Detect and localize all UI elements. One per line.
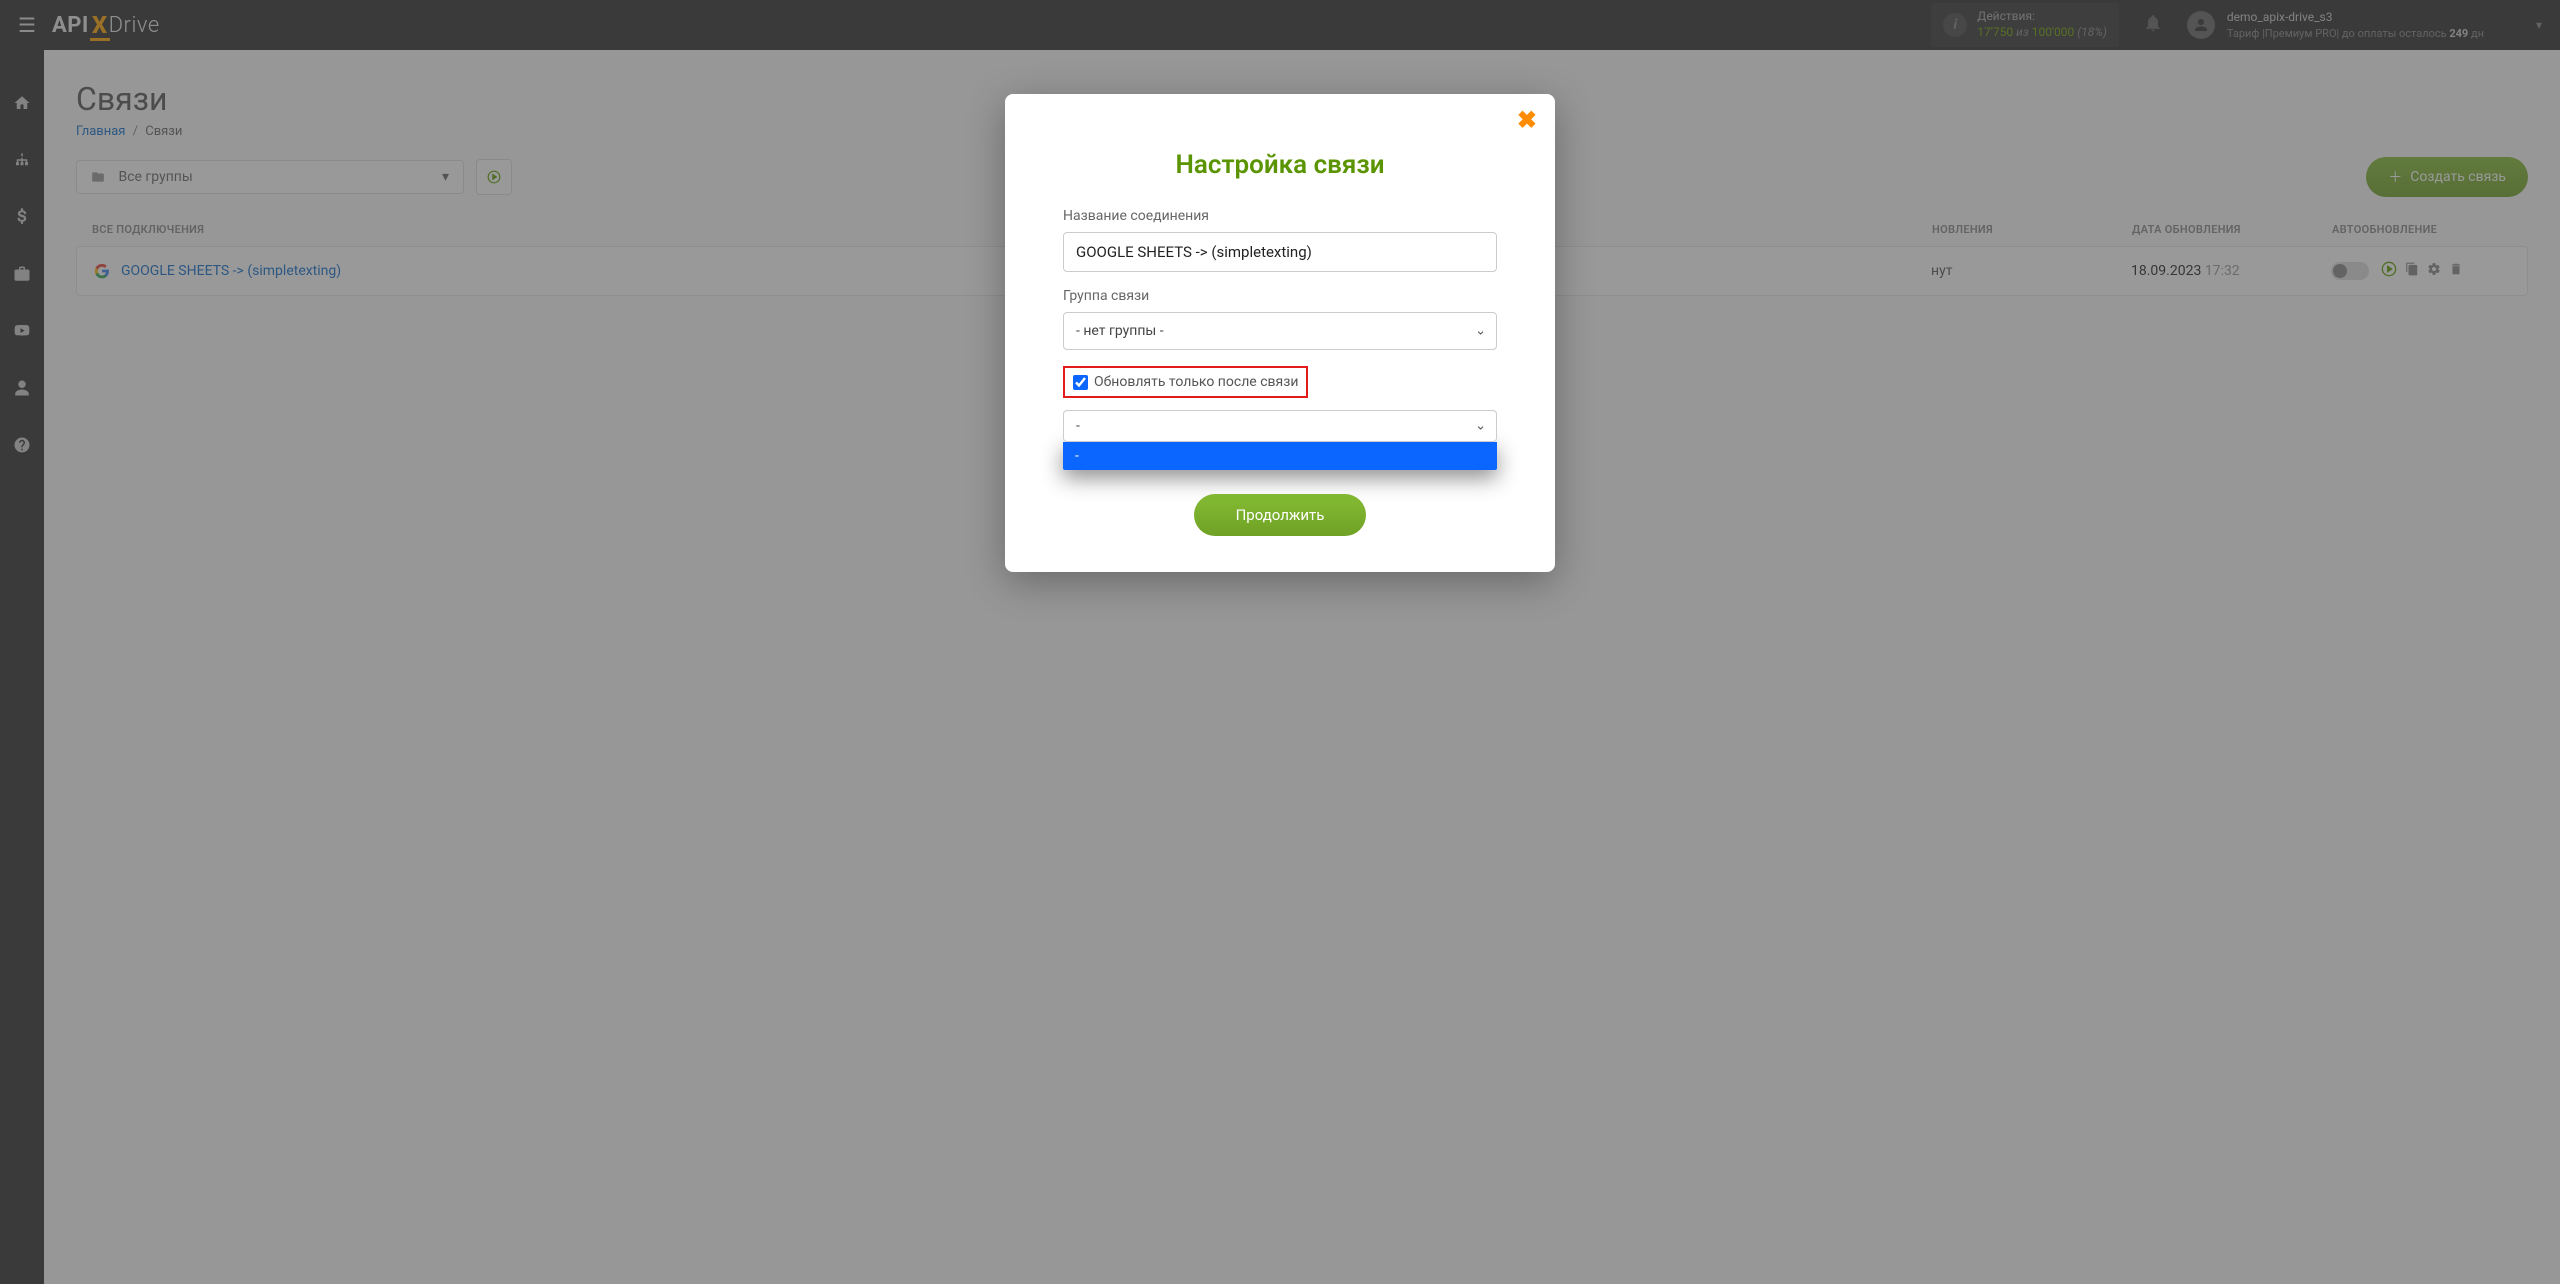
- dropdown-option-label: -: [1075, 448, 1079, 464]
- chevron-down-icon: ⌄: [1475, 324, 1486, 339]
- chevron-down-icon: ⌄: [1475, 419, 1486, 434]
- depends-on-dropdown-option[interactable]: -: [1063, 442, 1497, 470]
- close-icon[interactable]: ✖: [1517, 108, 1537, 132]
- update-after-connection-checkbox[interactable]: [1073, 375, 1088, 390]
- update-after-connection-checkbox-highlight: Обновлять только после связи: [1063, 366, 1308, 398]
- connection-group-value: - нет группы -: [1064, 313, 1496, 349]
- modal-title: Настройка связи: [1063, 150, 1497, 180]
- form-group-group: Группа связи - нет группы - ⌄: [1063, 288, 1497, 350]
- depends-on-select[interactable]: - ⌄: [1063, 410, 1497, 442]
- continue-button-label: Продолжить: [1236, 506, 1325, 524]
- connection-group-select[interactable]: - нет группы - ⌄: [1063, 312, 1497, 350]
- continue-button[interactable]: Продолжить: [1194, 494, 1367, 536]
- depends-on-value: -: [1076, 418, 1080, 434]
- connection-name-label: Название соединения: [1063, 208, 1497, 224]
- form-group-name: Название соединения: [1063, 208, 1497, 272]
- connection-settings-modal: ✖ Настройка связи Название соединения Гр…: [1005, 94, 1555, 572]
- connection-group-label: Группа связи: [1063, 288, 1497, 304]
- connection-name-input[interactable]: [1063, 232, 1497, 272]
- update-after-connection-label: Обновлять только после связи: [1094, 374, 1298, 390]
